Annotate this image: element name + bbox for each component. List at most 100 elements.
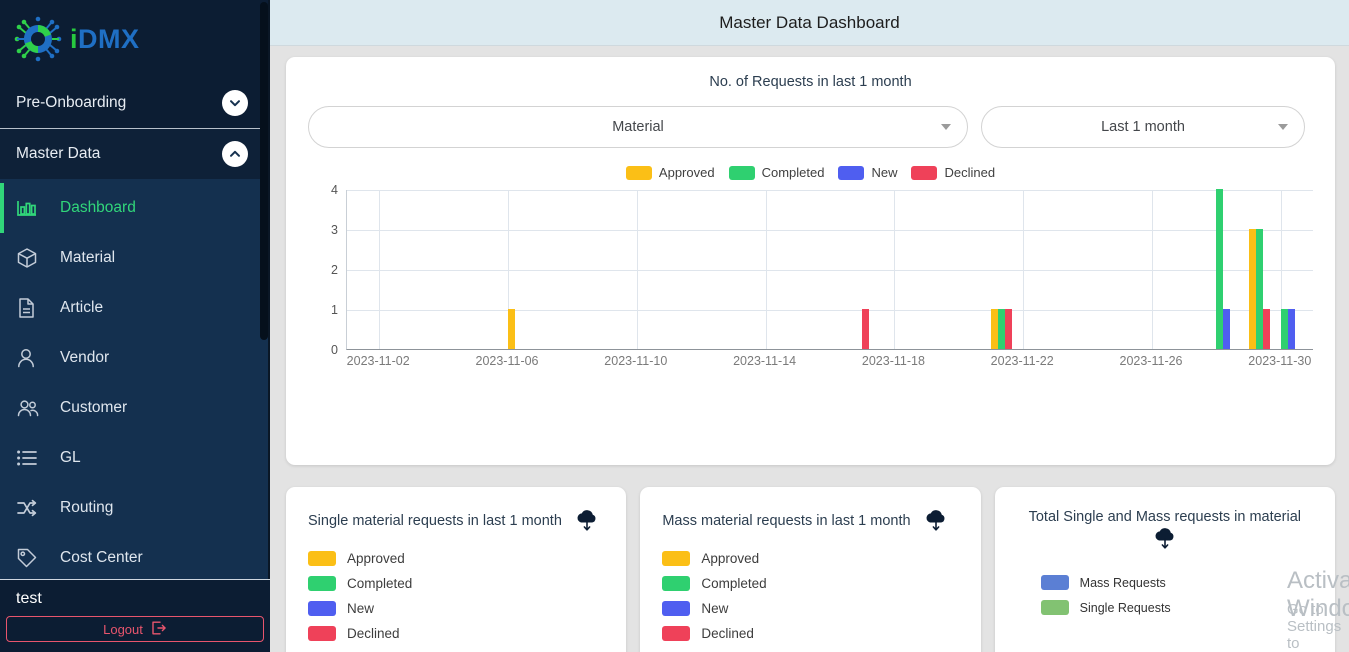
sidebar-item-customer-label: Customer — [60, 399, 128, 416]
shuffle-icon — [16, 498, 46, 518]
single-card-title: Single material requests in last 1 month — [308, 513, 562, 529]
legend-swatch-completed — [308, 576, 336, 591]
chart-bar[interactable] — [1287, 309, 1295, 349]
brand-name-i: i — [70, 23, 79, 54]
current-user-name: test — [16, 590, 42, 607]
card-legend-item[interactable]: Declined — [308, 626, 604, 641]
chart-bar[interactable] — [1248, 229, 1256, 349]
gridline — [347, 270, 1313, 271]
card-legend-label: Approved — [347, 551, 405, 566]
bar-chart-icon — [16, 198, 46, 218]
chart-bar[interactable] — [508, 309, 515, 349]
sidebar-item-gl[interactable]: GL — [0, 433, 270, 483]
sidebar-item-vendor[interactable]: Vendor — [0, 333, 270, 383]
y-axis-tick: 3 — [331, 223, 338, 237]
app-root: iDMX Pre-Onboarding Master Data Dashboar… — [0, 0, 1349, 652]
card-legend-label: New — [347, 601, 375, 616]
legend-swatch-new — [308, 601, 336, 616]
chart-filters: Material Last 1 month — [308, 106, 1313, 148]
sidebar-item-dashboard[interactable]: Dashboard — [0, 183, 270, 233]
sidebar-group-master-data[interactable]: Master Data — [0, 129, 270, 179]
card-legend-item[interactable]: Approved — [662, 551, 958, 566]
chart-legend-item[interactable]: Completed — [728, 165, 825, 180]
entity-select[interactable]: Material — [308, 106, 968, 148]
idmx-circuit-logo-icon — [12, 15, 64, 63]
legend-swatch-approved — [662, 551, 691, 566]
card-legend-label: Declined — [347, 626, 400, 641]
sidebar-item-cost-center[interactable]: Cost Center — [0, 533, 270, 583]
card-legend-item[interactable]: Completed — [662, 576, 958, 591]
summary-cards-row: Single material requests in last 1 month… — [286, 487, 1335, 652]
logout-button-label: Logout — [103, 621, 143, 637]
brand-logo[interactable]: iDMX — [0, 0, 270, 78]
chart-bar[interactable] — [1262, 309, 1270, 349]
sidebar-item-customer[interactable]: Customer — [0, 383, 270, 433]
chart-bar[interactable] — [862, 309, 870, 349]
card-legend-label: Mass Requests — [1079, 575, 1166, 590]
chart-bar[interactable] — [1223, 309, 1231, 349]
sidebar-item-material[interactable]: Material — [0, 233, 270, 283]
x-axis-tick: 2023-11-26 — [1119, 354, 1183, 368]
card-legend-label: Approved — [701, 551, 760, 566]
card-legend-item[interactable]: New — [308, 601, 604, 616]
chart-bar[interactable] — [1005, 309, 1012, 349]
logout-button[interactable]: Logout — [6, 616, 264, 642]
sidebar-item-dashboard-label: Dashboard — [60, 199, 136, 216]
vertical-gridline — [636, 190, 638, 349]
user-icon — [16, 347, 46, 369]
x-axis-tick: 2023-11-18 — [861, 354, 925, 368]
chart-bar[interactable] — [1216, 189, 1224, 349]
chart-bar[interactable] — [998, 309, 1005, 349]
chart-bar[interactable] — [991, 309, 998, 349]
legend-label: Completed — [761, 165, 825, 180]
card-legend-item[interactable]: Approved — [308, 551, 604, 566]
sidebar-item-article[interactable]: Article — [0, 283, 270, 333]
document-icon — [16, 297, 46, 319]
vertical-gridline — [1152, 190, 1153, 349]
chart-bar[interactable] — [1255, 229, 1263, 349]
chart-legend: Approved Completed New Declined — [308, 165, 1313, 180]
card-legend-item[interactable]: New — [662, 601, 958, 616]
vertical-gridline — [1023, 190, 1025, 349]
chart-legend-item[interactable]: Declined — [911, 165, 995, 180]
chart-bar[interactable] — [1280, 309, 1288, 349]
x-axis-tick: 2023-11-06 — [475, 354, 539, 368]
chevron-down-icon[interactable] — [222, 90, 248, 116]
card-legend-item[interactable]: Completed — [308, 576, 604, 591]
cloud-download-icon[interactable] — [923, 509, 949, 533]
page-title: Master Data Dashboard — [719, 12, 900, 32]
sidebar-group-pre-onboarding[interactable]: Pre-Onboarding — [0, 78, 270, 128]
period-select[interactable]: Last 1 month — [981, 106, 1305, 148]
gridline — [347, 190, 1313, 191]
total-card-legend: Mass Requests Single Requests — [1040, 575, 1313, 615]
cube-icon — [16, 247, 46, 269]
mass-card-header: Mass material requests in last 1 month — [662, 509, 958, 533]
y-axis-tick: 2 — [331, 263, 338, 277]
legend-swatch-completed — [728, 165, 755, 180]
card-legend-item[interactable]: Single Requests — [1040, 600, 1313, 615]
y-axis-tick: 0 — [331, 343, 338, 357]
list-icon — [16, 449, 46, 467]
cloud-download-icon[interactable] — [574, 509, 600, 533]
legend-label: Declined — [944, 165, 996, 180]
sidebar-scrollbar[interactable] — [260, 2, 268, 340]
chart-legend-item[interactable]: New — [838, 165, 897, 180]
chevron-up-icon[interactable] — [222, 141, 248, 167]
legend-swatch-new — [838, 165, 865, 180]
mass-material-requests-card: Mass material requests in last 1 month A… — [640, 487, 981, 652]
sidebar-item-article-label: Article — [60, 299, 104, 316]
sidebar-item-routing[interactable]: Routing — [0, 483, 270, 533]
y-axis-tick: 1 — [331, 303, 338, 317]
card-legend-item[interactable]: Declined — [662, 626, 958, 641]
sidebar-item-material-label: Material — [60, 249, 116, 266]
chevron-down-icon — [941, 124, 951, 130]
cloud-download-icon[interactable] — [1152, 527, 1178, 553]
card-legend-label: Completed — [347, 576, 413, 591]
chart-legend-item[interactable]: Approved — [625, 165, 715, 180]
sidebar-group-master-data-label: Master Data — [16, 145, 101, 162]
vertical-gridline — [765, 190, 767, 349]
users-icon — [16, 397, 46, 419]
card-legend-item[interactable]: Mass Requests — [1040, 575, 1313, 590]
legend-label: New — [871, 165, 898, 180]
page-header: Master Data Dashboard — [270, 0, 1349, 46]
